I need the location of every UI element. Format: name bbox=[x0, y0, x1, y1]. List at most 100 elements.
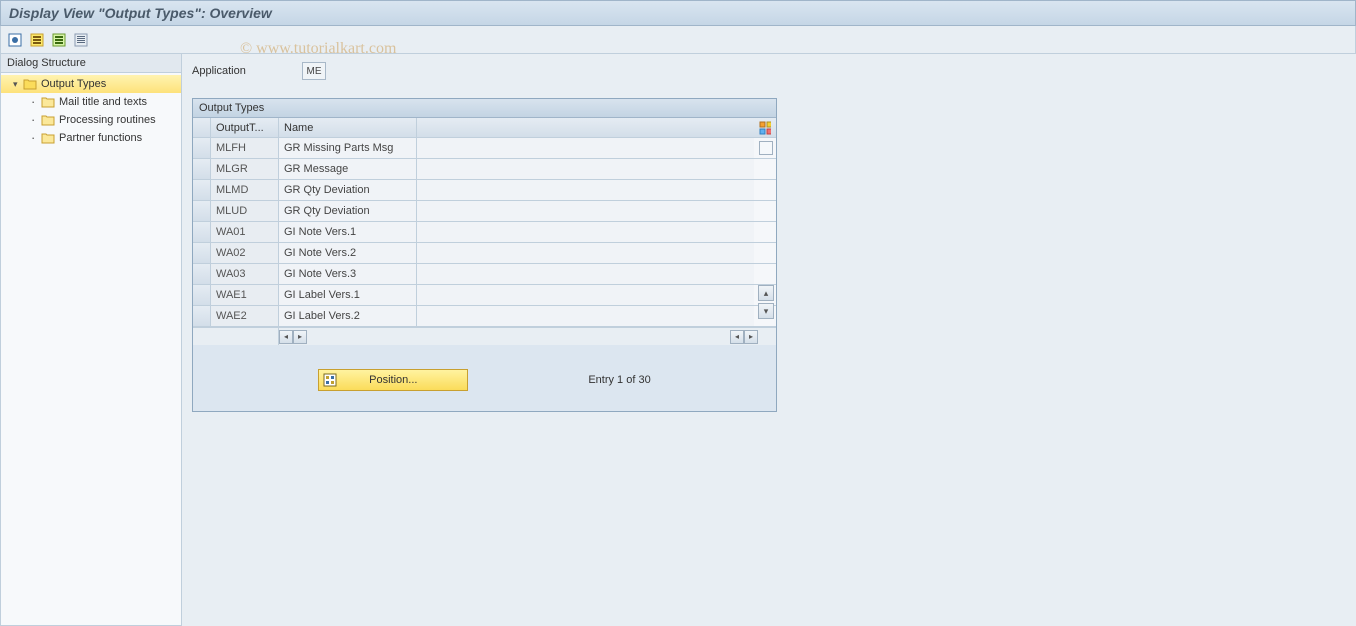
cell-spacer bbox=[417, 138, 754, 158]
column-selector[interactable] bbox=[193, 118, 211, 137]
row-selector[interactable] bbox=[193, 264, 211, 284]
deselect-all-icon[interactable] bbox=[51, 32, 67, 48]
folder-closed-icon bbox=[41, 114, 55, 126]
application-input[interactable] bbox=[302, 62, 326, 80]
cell-output-type-code: MLUD bbox=[211, 201, 279, 221]
application-field-row: Application bbox=[192, 62, 1346, 80]
folder-closed-icon bbox=[41, 96, 55, 108]
page-title: Display View "Output Types": Overview bbox=[9, 5, 272, 21]
bullet-icon: · bbox=[31, 97, 41, 107]
cell-output-type-name: GI Label Vers.2 bbox=[279, 306, 417, 326]
hscroll-spacer bbox=[193, 328, 279, 345]
cell-spacer bbox=[417, 264, 754, 284]
position-button[interactable]: Position... bbox=[318, 369, 468, 391]
tree-label: Processing routines bbox=[59, 112, 156, 128]
dialog-structure-sidebar: Dialog Structure ▾ Output Types · Mail t… bbox=[0, 54, 182, 626]
table-body: MLFHGR Missing Parts MsgMLGRGR MessageML… bbox=[193, 138, 776, 327]
cell-output-type-code: MLMD bbox=[211, 180, 279, 200]
table-header-row: OutputT... Name bbox=[193, 118, 776, 138]
cell-output-type-name: GR Qty Deviation bbox=[279, 180, 417, 200]
table-row[interactable]: WAE1GI Label Vers.1 bbox=[193, 285, 776, 306]
folder-open-icon bbox=[23, 78, 37, 90]
cell-output-type-code: MLGR bbox=[211, 159, 279, 179]
table-row[interactable]: WA03GI Note Vers.3 bbox=[193, 264, 776, 285]
expand-arrow-icon[interactable]: ▾ bbox=[13, 76, 23, 92]
tree-node-partner-functions[interactable]: · Partner functions bbox=[1, 129, 181, 147]
cell-output-type-name: GR Qty Deviation bbox=[279, 201, 417, 221]
cell-output-type-code: WA03 bbox=[211, 264, 279, 284]
cell-output-type-code: WA02 bbox=[211, 243, 279, 263]
row-selector[interactable] bbox=[193, 138, 211, 158]
folder-closed-icon bbox=[41, 132, 55, 144]
table-footer: Position... Entry 1 of 30 bbox=[193, 345, 776, 411]
tree-node-processing-routines[interactable]: · Processing routines bbox=[1, 111, 181, 129]
cell-spacer bbox=[417, 222, 754, 242]
select-all-icon[interactable] bbox=[29, 32, 45, 48]
sidebar-header: Dialog Structure bbox=[1, 54, 181, 73]
cell-output-type-code: WAE2 bbox=[211, 306, 279, 326]
table-row[interactable]: MLUDGR Qty Deviation bbox=[193, 201, 776, 222]
column-name[interactable]: Name bbox=[279, 118, 417, 137]
scroll-up-icon[interactable]: ▴ bbox=[758, 285, 774, 301]
cell-spacer bbox=[417, 285, 754, 305]
cell-spacer bbox=[417, 159, 754, 179]
table-row[interactable]: WA01GI Note Vers.1 bbox=[193, 222, 776, 243]
hscroll-right-icon[interactable]: ▸ bbox=[293, 330, 307, 344]
cell-output-type-name: GR Missing Parts Msg bbox=[279, 138, 417, 158]
cell-output-type-name: GI Note Vers.2 bbox=[279, 243, 417, 263]
table-row[interactable]: WAE2GI Label Vers.2 bbox=[193, 306, 776, 327]
tree-node-output-types[interactable]: ▾ Output Types bbox=[1, 75, 181, 93]
content-area: Application Output Types OutputT... Name… bbox=[182, 54, 1356, 626]
table-row[interactable]: MLMDGR Qty Deviation bbox=[193, 180, 776, 201]
row-selector[interactable] bbox=[193, 285, 211, 305]
hscroll-track: ◂ ▸ ◂ ▸ bbox=[279, 328, 776, 345]
cell-output-type-name: GI Note Vers.3 bbox=[279, 264, 417, 284]
tree-label: Mail title and texts bbox=[59, 94, 147, 110]
table-row[interactable]: MLGRGR Message bbox=[193, 159, 776, 180]
toolbar bbox=[0, 26, 1356, 54]
cell-output-type-name: GI Note Vers.1 bbox=[279, 222, 417, 242]
cell-spacer bbox=[417, 306, 754, 326]
hscroll-left-icon[interactable]: ◂ bbox=[279, 330, 293, 344]
hscroll-right2-icon[interactable]: ▸ bbox=[744, 330, 758, 344]
row-selector[interactable] bbox=[193, 201, 211, 221]
horizontal-scroll-row: ◂ ▸ ◂ ▸ bbox=[193, 327, 776, 345]
output-types-table-panel: Output Types OutputT... Name MLFHGR Miss… bbox=[192, 98, 777, 412]
cell-spacer bbox=[417, 243, 754, 263]
row-selector[interactable] bbox=[193, 306, 211, 326]
tree-root: ▾ Output Types · Mail title and texts · bbox=[1, 73, 181, 149]
bullet-icon: · bbox=[31, 115, 41, 125]
application-label: Application bbox=[192, 65, 302, 77]
cell-output-type-name: GI Label Vers.1 bbox=[279, 285, 417, 305]
table-grid: OutputT... Name MLFHGR Missing Parts Msg… bbox=[193, 118, 776, 345]
position-button-label: Position... bbox=[369, 374, 417, 386]
cell-spacer bbox=[417, 180, 754, 200]
row-selector[interactable] bbox=[193, 222, 211, 242]
table-config-icon[interactable] bbox=[754, 118, 776, 137]
tree-children: · Mail title and texts · Processing rout… bbox=[1, 93, 181, 147]
tree-node-mail-title[interactable]: · Mail title and texts bbox=[1, 93, 181, 111]
print-icon[interactable] bbox=[73, 32, 89, 48]
tree-label: Partner functions bbox=[59, 130, 142, 146]
cell-spacer bbox=[417, 201, 754, 221]
row-selector[interactable] bbox=[193, 159, 211, 179]
bullet-icon: · bbox=[31, 133, 41, 143]
cell-output-type-code: MLFH bbox=[211, 138, 279, 158]
tree-label: Output Types bbox=[41, 76, 106, 92]
position-icon bbox=[323, 373, 337, 387]
row-selector[interactable] bbox=[193, 180, 211, 200]
window-title-bar: Display View "Output Types": Overview bbox=[0, 0, 1356, 26]
select-all-checkbox[interactable] bbox=[759, 141, 773, 155]
cell-output-type-code: WA01 bbox=[211, 222, 279, 242]
table-row[interactable]: MLFHGR Missing Parts Msg bbox=[193, 138, 776, 159]
entry-counter: Entry 1 of 30 bbox=[588, 374, 650, 386]
column-spacer bbox=[417, 118, 754, 137]
row-selector[interactable] bbox=[193, 243, 211, 263]
hscroll-left2-icon[interactable]: ◂ bbox=[730, 330, 744, 344]
table-row[interactable]: WA02GI Note Vers.2 bbox=[193, 243, 776, 264]
scroll-down-icon[interactable]: ▾ bbox=[758, 303, 774, 319]
details-icon[interactable] bbox=[7, 32, 23, 48]
column-output-type[interactable]: OutputT... bbox=[211, 118, 279, 137]
vertical-scroll-area: ▴ ▾ bbox=[757, 139, 775, 321]
main-container: Dialog Structure ▾ Output Types · Mail t… bbox=[0, 54, 1356, 626]
